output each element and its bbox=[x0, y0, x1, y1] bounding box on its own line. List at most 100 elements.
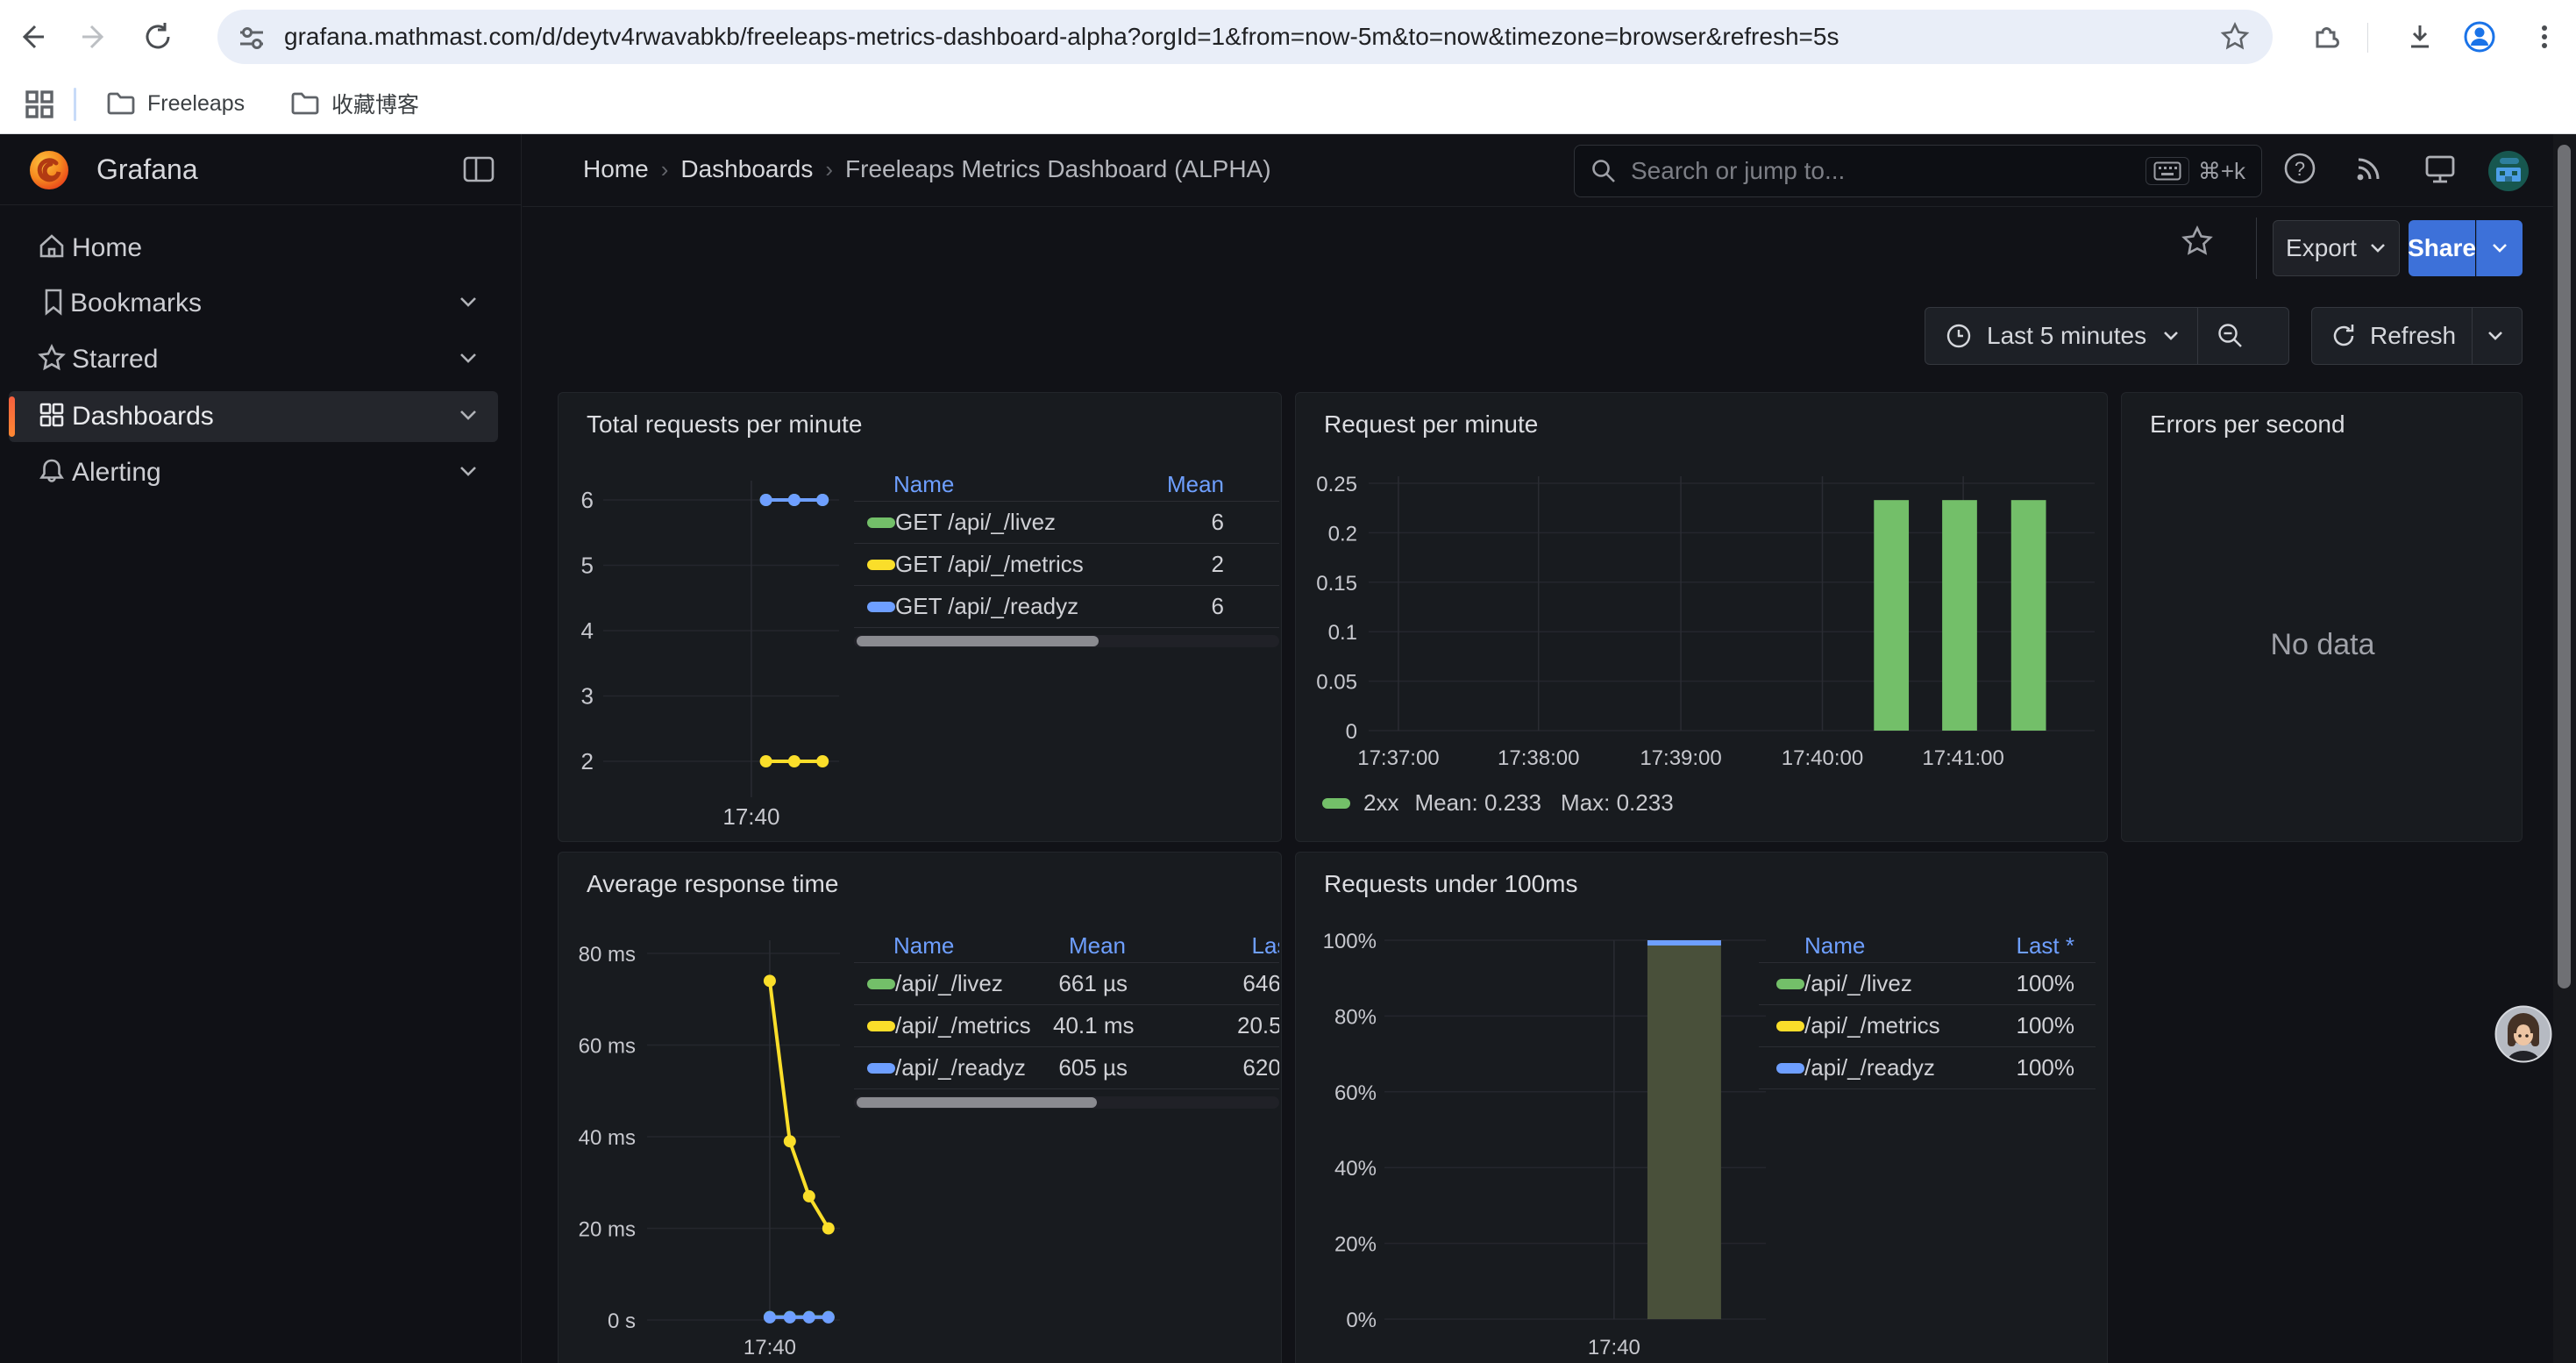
export-button[interactable]: Export bbox=[2273, 220, 2400, 276]
bookmark-folder-freeleaps[interactable]: Freeleaps bbox=[105, 88, 245, 119]
legend-col-mean[interactable]: Mean bbox=[1051, 932, 1126, 960]
legend-row[interactable]: GET /api/_/metrics 2 bbox=[854, 544, 1279, 586]
sidebar-item-label: Alerting bbox=[72, 458, 161, 488]
sidebar-item-home[interactable]: Home bbox=[9, 223, 498, 274]
series-color-pill bbox=[867, 560, 895, 570]
scrollbar-thumb[interactable] bbox=[2558, 145, 2571, 988]
scrollbar-thumb[interactable] bbox=[857, 1097, 1097, 1108]
breadcrumb-home[interactable]: Home bbox=[583, 155, 649, 183]
panel-under-100ms: Requests under 100ms 100%80%60%40%20%0%1… bbox=[1295, 852, 2108, 1363]
legend-row[interactable]: /api/_/metrics 40.1 ms 20.5 ms bbox=[854, 1005, 1279, 1047]
chevron-down-icon[interactable] bbox=[458, 408, 479, 426]
series-name[interactable]: /api/_/metrics bbox=[1804, 1012, 1978, 1039]
export-label: Export bbox=[2286, 234, 2357, 262]
share-label: Share bbox=[2408, 234, 2476, 262]
bookmark-folder-blogs[interactable]: 收藏博客 bbox=[289, 88, 419, 119]
browser-profile-icon[interactable] bbox=[2460, 18, 2499, 56]
grafana-logo-icon[interactable] bbox=[26, 147, 72, 197]
series-name[interactable]: /api/_/readyz bbox=[1804, 1054, 1975, 1081]
extensions-icon[interactable] bbox=[2306, 18, 2345, 56]
chevron-down-icon[interactable] bbox=[458, 464, 479, 482]
collapse-sidebar-icon[interactable] bbox=[463, 155, 495, 188]
clock-icon bbox=[1945, 322, 1973, 350]
browser-back-button[interactable] bbox=[12, 18, 51, 56]
browser-forward-button[interactable] bbox=[75, 18, 114, 56]
brand-title[interactable]: Grafana bbox=[96, 153, 198, 186]
legend-col-mean[interactable]: Mean bbox=[1104, 471, 1279, 498]
share-button[interactable]: Share bbox=[2409, 220, 2475, 276]
downloads-icon[interactable] bbox=[2401, 18, 2439, 56]
series-last: 100% bbox=[1975, 1054, 2096, 1081]
refresh-label[interactable]: Refresh bbox=[2370, 322, 2456, 350]
browser-menu-icon[interactable] bbox=[2525, 18, 2564, 56]
chevron-down-icon[interactable] bbox=[458, 295, 479, 313]
sidebar-header: Grafana bbox=[0, 134, 522, 205]
svg-text:17:40: 17:40 bbox=[722, 803, 779, 830]
svg-text:0.25: 0.25 bbox=[1316, 473, 1357, 496]
series-mean: 605 µs bbox=[1053, 1054, 1128, 1081]
user-avatar[interactable] bbox=[2487, 150, 2530, 196]
chevron-down-icon[interactable] bbox=[458, 351, 479, 369]
legend-row[interactable]: /api/_/livez 100% bbox=[1759, 963, 2096, 1005]
site-settings-icon[interactable] bbox=[237, 23, 267, 57]
legend-col-last[interactable]: Last * bbox=[1126, 932, 1279, 960]
url-text[interactable]: grafana.mathmast.com/d/deytv4rwavabkb/fr… bbox=[284, 23, 1839, 51]
legend-col-last[interactable]: Last * bbox=[1940, 932, 2096, 960]
sidebar-item-bookmarks[interactable]: Bookmarks bbox=[9, 278, 498, 329]
search-input[interactable] bbox=[1631, 157, 2145, 185]
help-icon[interactable]: ? bbox=[2281, 149, 2319, 192]
svg-text:40 ms: 40 ms bbox=[579, 1126, 636, 1150]
series-last: 100% bbox=[1978, 1012, 2096, 1039]
legend-header: Name Mean Last * bbox=[854, 930, 1279, 963]
legend-col-name[interactable]: Name bbox=[893, 471, 1104, 498]
zoom-out-icon[interactable] bbox=[2216, 321, 2245, 351]
scrollbar-thumb[interactable] bbox=[857, 636, 1099, 646]
legend-scrollbar[interactable] bbox=[854, 635, 1279, 647]
sidebar-item-dashboards[interactable]: Dashboards bbox=[9, 391, 498, 442]
legend-row[interactable]: GET /api/_/livez 6 bbox=[854, 502, 1279, 544]
refresh-interval-dropdown[interactable] bbox=[2487, 330, 2504, 342]
floating-avatar[interactable] bbox=[2494, 1005, 2552, 1067]
legend-col-name[interactable]: Name bbox=[1804, 932, 1940, 960]
page-header: Home › Dashboards › Freeleaps Metrics Da… bbox=[523, 134, 2576, 207]
address-bar[interactable]: grafana.mathmast.com/d/deytv4rwavabkb/fr… bbox=[217, 10, 2273, 64]
svg-text:60%: 60% bbox=[1334, 1081, 1377, 1105]
bookmarks-bar: Freeleaps 收藏博客 bbox=[0, 75, 2576, 134]
legend-row[interactable]: /api/_/livez 661 µs 646 µs bbox=[854, 963, 1279, 1005]
series-name[interactable]: 2xx bbox=[1363, 789, 1398, 817]
series-name[interactable]: GET /api/_/readyz bbox=[895, 593, 1106, 620]
breadcrumb-dashboards[interactable]: Dashboards bbox=[680, 155, 813, 183]
time-range-label[interactable]: Last 5 minutes bbox=[1987, 322, 2146, 350]
series-name[interactable]: /api/_/livez bbox=[1804, 970, 1964, 997]
series-name[interactable]: /api/_/metrics bbox=[895, 1012, 1053, 1039]
favorite-dashboard-icon[interactable] bbox=[2181, 225, 2214, 262]
share-menu-button[interactable] bbox=[2476, 220, 2523, 276]
browser-toolbar: grafana.mathmast.com/d/deytv4rwavabkb/fr… bbox=[0, 0, 2576, 75]
bookmark-star-icon[interactable] bbox=[2220, 22, 2250, 56]
monitor-icon[interactable] bbox=[2422, 151, 2459, 192]
svg-text:4: 4 bbox=[581, 617, 594, 644]
panel-total-requests: Total requests per minute 6543217:40 Nam… bbox=[558, 392, 1282, 842]
page-scrollbar[interactable] bbox=[2553, 134, 2576, 1363]
series-name[interactable]: GET /api/_/livez bbox=[895, 509, 1106, 536]
search-box[interactable]: ⌘+k bbox=[1574, 145, 2262, 197]
group-divider bbox=[2472, 308, 2473, 364]
series-name[interactable]: /api/_/livez bbox=[895, 970, 1053, 997]
legend-scrollbar[interactable] bbox=[854, 1096, 1279, 1109]
legend-inline[interactable]: 2xx Mean: 0.233 Max: 0.233 bbox=[1322, 789, 1674, 817]
legend-col-name[interactable]: Name bbox=[893, 932, 1051, 960]
news-rss-icon[interactable] bbox=[2352, 151, 2387, 190]
sidebar-item-alerting[interactable]: Alerting bbox=[9, 447, 498, 498]
apps-grid-icon[interactable] bbox=[23, 88, 56, 125]
legend-row[interactable]: /api/_/readyz 605 µs 620 µs bbox=[854, 1047, 1279, 1089]
series-name[interactable]: GET /api/_/metrics bbox=[895, 551, 1106, 578]
legend-row[interactable]: /api/_/readyz 100% bbox=[1759, 1047, 2096, 1089]
sidebar-item-starred[interactable]: Starred bbox=[9, 334, 498, 385]
request-per-minute-chart[interactable]: 0.250.20.150.10.05017:37:0017:38:0017:39… bbox=[1296, 393, 2108, 842]
series-name[interactable]: /api/_/readyz bbox=[895, 1054, 1053, 1081]
svg-text:0.05: 0.05 bbox=[1316, 671, 1357, 695]
legend-row[interactable]: GET /api/_/readyz 6 bbox=[854, 586, 1279, 628]
legend-row[interactable]: /api/_/metrics 100% bbox=[1759, 1005, 2096, 1047]
panel-title[interactable]: Errors per second bbox=[2150, 410, 2345, 439]
browser-reload-button[interactable] bbox=[139, 18, 177, 56]
